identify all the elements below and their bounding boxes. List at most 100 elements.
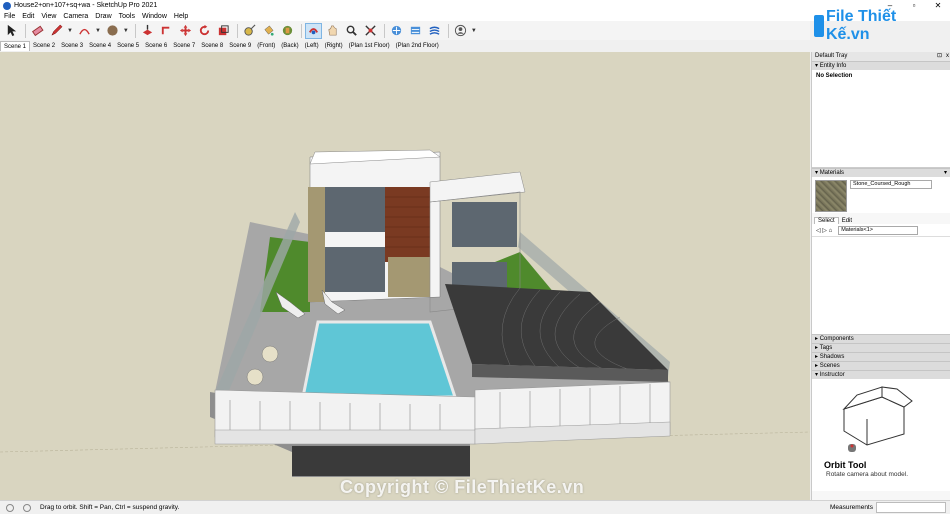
material-list-area[interactable] [812, 236, 950, 334]
tab-scene-1[interactable]: Scene 1 [0, 41, 31, 51]
tab-front[interactable]: (Front) [254, 41, 278, 51]
panel-components-header[interactable]: ▸ Components [812, 334, 950, 343]
zoom-icon[interactable] [343, 23, 360, 39]
follow-me-icon[interactable] [158, 23, 175, 39]
menu-camera[interactable]: Camera [63, 13, 88, 20]
account-icon[interactable] [452, 23, 469, 39]
material-swatch[interactable] [815, 180, 847, 212]
menu-view[interactable]: View [41, 13, 56, 20]
extension-icon[interactable] [407, 23, 424, 39]
fence-base-left [214, 429, 476, 445]
tab-scene-8[interactable]: Scene 8 [198, 41, 226, 51]
layers-icon[interactable] [426, 23, 443, 39]
material-preview-row: Stone_Coursed_Rough [812, 177, 950, 213]
carport-canopy [445, 284, 668, 370]
material-library-select[interactable]: Materials<1> [838, 225, 919, 235]
instructor-tool-desc: Rotate camera about model. [826, 471, 909, 478]
tab-scene-3[interactable]: Scene 3 [58, 41, 86, 51]
chevron-down-icon[interactable]: ▼ [67, 28, 73, 34]
measurements-box[interactable] [876, 502, 946, 513]
zoom-extents-icon[interactable] [362, 23, 379, 39]
tray-close-icon[interactable]: x [946, 52, 949, 61]
chevron-down-icon[interactable]: ▼ [95, 28, 101, 34]
instructor-body: Orbit Tool Rotate camera about model. [812, 379, 950, 491]
tab-back[interactable]: (Back) [278, 41, 301, 51]
sketchup-app-icon [3, 1, 11, 10]
text-icon[interactable] [279, 23, 296, 39]
stone-wall-center [388, 257, 430, 297]
tab-plan-1st-floor[interactable]: (Plan 1st Floor) [346, 41, 393, 51]
material-library-row: ◁ ▷ ⌂ Materials<1> [812, 224, 950, 236]
push-pull-icon[interactable] [139, 23, 156, 39]
house-model-render[interactable] [0, 52, 810, 500]
chevron-down-icon[interactable]: ▾ [944, 169, 947, 177]
paint-bucket-icon[interactable] [260, 23, 277, 39]
panel-entity-info-header[interactable]: ▾ Entity Info [812, 61, 950, 70]
entity-selection-text: No Selection [816, 73, 853, 79]
panel-materials-header[interactable]: ▾ Materials ▾ [812, 168, 950, 177]
orbit-icon[interactable] [304, 22, 322, 39]
close-button[interactable]: ✕ [926, 0, 950, 11]
orbit-illustration [842, 386, 913, 452]
toolbar-separator [383, 23, 385, 38]
toolbar-separator [300, 23, 302, 38]
rectangle-icon[interactable] [104, 23, 121, 39]
menu-help[interactable]: Help [174, 13, 188, 20]
tab-plan-2nd-floor[interactable]: (Plan 2nd Floor) [393, 41, 442, 51]
tab-scene-7[interactable]: Scene 7 [170, 41, 198, 51]
status-message: Drag to orbit. Shift = Pan, Ctrl = suspe… [40, 504, 180, 511]
menu-file[interactable]: File [4, 13, 15, 20]
panel-shadows-label: Shadows [819, 354, 845, 360]
pencil-icon[interactable] [48, 23, 65, 39]
arc-icon[interactable] [76, 23, 93, 39]
tab-scene-2[interactable]: Scene 2 [30, 41, 58, 51]
logo-mark-icon [814, 15, 824, 37]
warehouse-icon[interactable] [388, 23, 405, 39]
tab-scene-5[interactable]: Scene 5 [114, 41, 142, 51]
filethietke-logo: File Thiết Kế.vn [814, 8, 924, 43]
upper-window [325, 187, 385, 232]
back-arrow-icon[interactable]: ◁ ▷ ⌂ [816, 227, 832, 234]
panel-scenes-label: Scenes [819, 363, 840, 369]
tab-left[interactable]: (Left) [302, 41, 322, 51]
geo-location-icon[interactable] [6, 503, 14, 512]
panel-tags-label: Tags [819, 345, 833, 351]
rotate-icon[interactable] [196, 23, 213, 39]
tab-scene-6[interactable]: Scene 6 [142, 41, 170, 51]
scene-tabs: Scene 1 Scene 2 Scene 3 Scene 4 Scene 5 … [0, 40, 810, 51]
chevron-down-icon[interactable]: ▼ [471, 28, 477, 34]
tab-scene-9[interactable]: Scene 9 [226, 41, 254, 51]
panel-shadows-header[interactable]: ▸ Shadows [812, 352, 950, 361]
panel-tags-header[interactable]: ▸ Tags [812, 343, 950, 352]
tab-right[interactable]: (Right) [322, 41, 346, 51]
info-icon[interactable] [23, 503, 31, 512]
select-icon[interactable] [3, 23, 20, 39]
panel-materials-label: Materials [819, 170, 845, 176]
toolbar-separator [236, 23, 238, 38]
eraser-icon[interactable] [29, 23, 46, 39]
tab-scene-4[interactable]: Scene 4 [86, 41, 114, 51]
chevron-down-icon[interactable]: ▼ [123, 28, 129, 34]
toolbar-separator [134, 23, 136, 38]
pan-icon[interactable] [324, 23, 341, 39]
material-name-field[interactable]: Stone_Coursed_Rough [850, 180, 932, 189]
menu-draw[interactable]: Draw [95, 13, 111, 20]
menu-edit[interactable]: Edit [22, 13, 34, 20]
tab-edit[interactable]: Edit [839, 218, 855, 224]
panel-scenes-header[interactable]: ▸ Scenes [812, 361, 950, 370]
panel-instructor-header[interactable]: ▾ Instructor [812, 370, 950, 379]
window-title: House2+on+107+sq+wa - SketchUp Pro 2021 [14, 2, 158, 9]
scale-icon[interactable] [215, 23, 232, 39]
move-icon[interactable] [177, 23, 194, 39]
tab-select[interactable]: Select [814, 217, 839, 224]
toolbar-separator [447, 23, 449, 38]
tape-measure-icon[interactable] [241, 23, 258, 39]
tray-pin-icon[interactable]: ⊡ [937, 52, 942, 61]
model-viewport[interactable] [0, 52, 810, 500]
menu-window[interactable]: Window [142, 13, 167, 20]
side-wing-roof [429, 171, 526, 203]
menu-tools[interactable]: Tools [119, 13, 135, 20]
panel-entity-info-label: Entity Info [819, 63, 847, 69]
basement-block [292, 446, 470, 476]
toolbar-separator [25, 23, 26, 38]
